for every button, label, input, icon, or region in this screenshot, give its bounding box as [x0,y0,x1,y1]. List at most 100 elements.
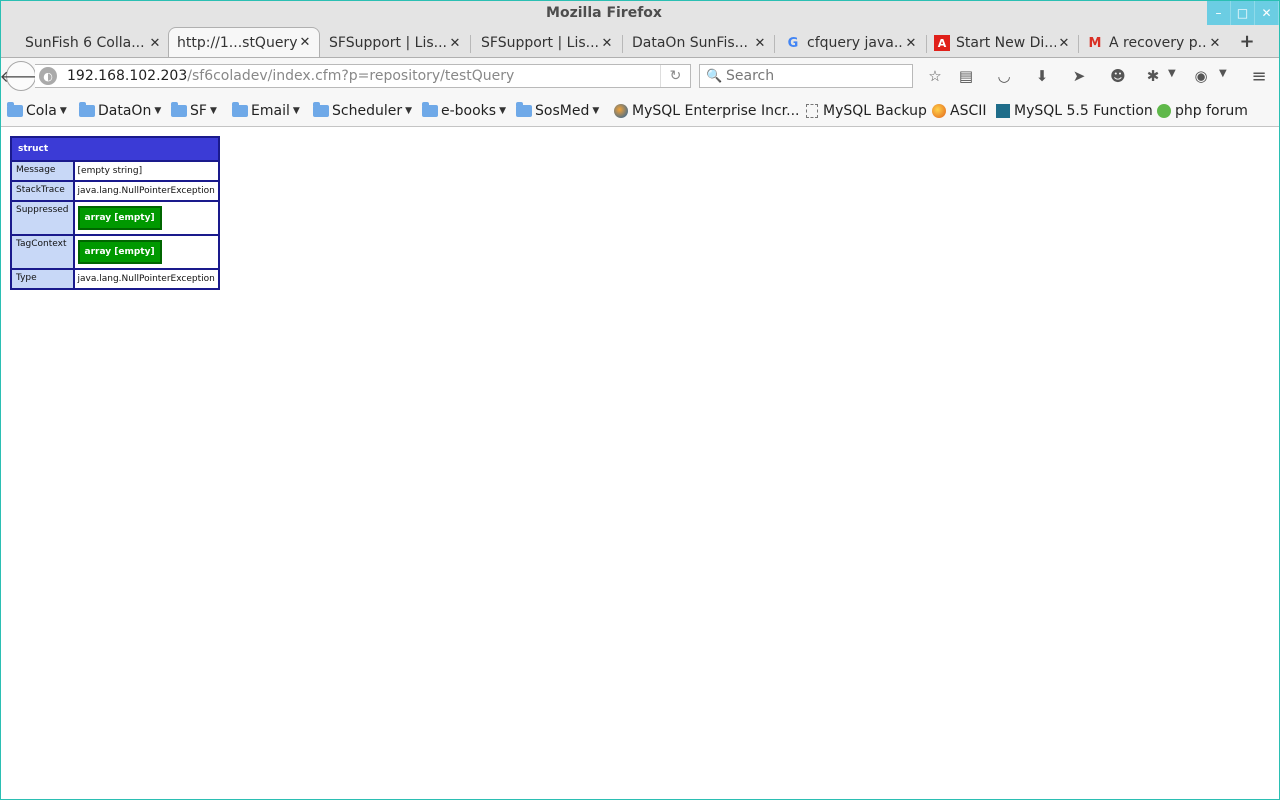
bookmark-mysql-backup[interactable]: MySQL Backup [804,101,927,121]
tab-sfsupport-2[interactable]: SFSupport | Lis... ✕ [473,29,621,57]
adobe-icon: A [934,35,950,51]
bookmark-folder-dataon[interactable]: DataOn ▼ [79,101,161,121]
tab-close-icon[interactable]: ✕ [903,36,919,51]
tab-close-icon[interactable]: ✕ [447,36,463,51]
tab-close-icon[interactable]: ✕ [297,35,313,50]
send-icon[interactable]: ➤ [1069,66,1089,86]
struct-key[interactable]: Message [12,162,73,180]
folder-icon [171,102,187,118]
struct-value: java.lang.NullPointerException [74,270,218,288]
reading-list-icon[interactable]: ▤ [956,66,976,86]
struct-key[interactable]: Type [12,270,73,288]
search-icon: 🔍 [706,68,723,84]
tab-close-icon[interactable]: ✕ [1056,36,1072,51]
tab-label: SFSupport | Lis... [481,35,599,51]
php-forum-icon [1156,104,1172,118]
dropdown-arrow-icon: ▼ [592,106,600,116]
tab-sfsupport-1[interactable]: SFSupport | Lis... ✕ [321,29,469,57]
new-tab-button[interactable]: + [1237,31,1257,52]
tab-label: SunFish 6 Colla... [25,35,145,51]
extension-icon[interactable]: ✱ [1143,66,1163,86]
search-bar[interactable]: 🔍 [699,64,913,88]
url-bar[interactable]: ◐ 192.168.102.203/sf6coladev/index.cfm?p… [35,64,691,88]
tab-close-icon[interactable]: ✕ [752,36,768,51]
bookmark-mysql-function[interactable]: MySQL 5.5 Function [995,101,1153,121]
bookmark-folder-ebooks[interactable]: e-books ▼ [422,101,506,121]
hamburger-menu-icon[interactable]: ≡ [1249,66,1269,87]
table-row: Suppressed array [empty] [12,202,218,234]
bookmark-label: Cola [26,103,57,119]
mysql-docs-icon [995,104,1011,118]
struct-value-cell: array [empty] [74,202,218,234]
profile-globe-icon[interactable]: ◉ [1191,66,1211,86]
tab-dataon[interactable]: DataOn SunFis... ✕ [624,29,774,57]
globe-icon: ◐ [39,67,57,85]
tab-separator [774,35,775,53]
url-text[interactable]: 192.168.102.203/sf6coladev/index.cfm?p=r… [67,68,514,84]
tab-recovery[interactable]: M A recovery p... ✕ [1079,29,1229,57]
table-row: Type java.lang.NullPointerException [12,270,218,288]
table-row: StackTrace java.lang.NullPointerExceptio… [12,182,218,200]
gmail-icon: M [1088,35,1102,51]
reload-icon[interactable]: ↻ [660,65,690,87]
dropdown-arrow-icon: ▼ [59,106,67,116]
bookmark-ascii[interactable]: ASCII [931,101,987,121]
tab-separator [622,35,623,53]
minimize-button[interactable]: – [1207,1,1231,25]
tab-label: cfquery java... [807,35,903,51]
bookmark-label: MySQL Enterprise Incr... [632,103,800,119]
bookmark-label: MySQL Backup [823,103,927,119]
page-content: struct Message [empty string] StackTrace… [1,128,1279,799]
navigation-toolbar: 🡐 ◐ 192.168.102.203/sf6coladev/index.cfm… [1,57,1279,93]
bookmark-label: php forum [1175,103,1248,119]
tab-testquery[interactable]: http://1...stQuery ✕ [168,27,320,57]
extension-dropdown-icon[interactable]: ▼ [1168,68,1176,79]
tab-close-icon[interactable]: ✕ [147,36,163,51]
struct-key[interactable]: TagContext [12,236,73,268]
tab-sunfish[interactable]: SunFish 6 Colla... ✕ [17,29,169,57]
bookmark-folder-scheduler[interactable]: Scheduler ▼ [313,101,412,121]
dropdown-arrow-icon: ▼ [499,106,507,116]
folder-icon [232,102,248,118]
downloads-icon[interactable]: ⬇ [1032,66,1052,86]
bookmark-label: SF [190,103,207,119]
tab-start-new[interactable]: A Start New Di... ✕ [926,29,1078,57]
bookmark-folder-sosmed[interactable]: SosMed ▼ [516,101,599,121]
struct-header[interactable]: struct [12,138,218,160]
bookmark-folder-email[interactable]: Email ▼ [232,101,300,121]
folder-icon [7,102,23,118]
blank-page-icon [804,104,820,118]
tab-close-icon[interactable]: ✕ [1207,36,1223,51]
table-row: Message [empty string] [12,162,218,180]
back-button[interactable]: 🡐 [1,61,42,91]
maximize-button[interactable]: □ [1231,1,1255,25]
bookmark-folder-cola[interactable]: Cola ▼ [7,101,67,121]
bookmark-mysql-enterprise[interactable]: MySQL Enterprise Incr... [613,101,800,121]
search-input[interactable] [726,68,906,84]
chat-icon[interactable]: ☻ [1108,66,1128,86]
bookmark-label: e-books [441,103,497,119]
bookmark-folder-sf[interactable]: SF ▼ [171,101,217,121]
empty-array-box[interactable]: array [empty] [77,240,162,264]
url-host: 192.168.102.203 [67,68,188,84]
bookmark-star-icon[interactable]: ☆ [925,66,945,86]
bookmark-label: Scheduler [332,103,403,119]
profile-dropdown-icon[interactable]: ▼ [1219,68,1227,79]
close-window-button[interactable]: ✕ [1255,1,1279,25]
pocket-icon[interactable]: ◡ [994,66,1014,86]
tab-strip: SunFish 6 Colla... ✕ http://1...stQuery … [1,27,1279,57]
empty-array-box[interactable]: array [empty] [77,206,162,230]
mysql-enterprise-icon [613,104,629,118]
bookmark-label: SosMed [535,103,590,119]
table-row: TagContext array [empty] [12,236,218,268]
bookmark-php-forum[interactable]: php forum [1156,101,1248,121]
tab-close-icon[interactable]: ✕ [599,36,615,51]
tab-cfquery[interactable]: G cfquery java... ✕ [777,29,925,57]
tab-label: http://1...stQuery [177,34,297,51]
tab-label: DataOn SunFis... [632,35,748,51]
struct-key[interactable]: StackTrace [12,182,73,200]
struct-dump-table: struct Message [empty string] StackTrace… [10,136,220,290]
dropdown-arrow-icon: ▼ [292,106,300,116]
window-title: Mozilla Firefox [546,5,662,21]
struct-key[interactable]: Suppressed [12,202,73,234]
